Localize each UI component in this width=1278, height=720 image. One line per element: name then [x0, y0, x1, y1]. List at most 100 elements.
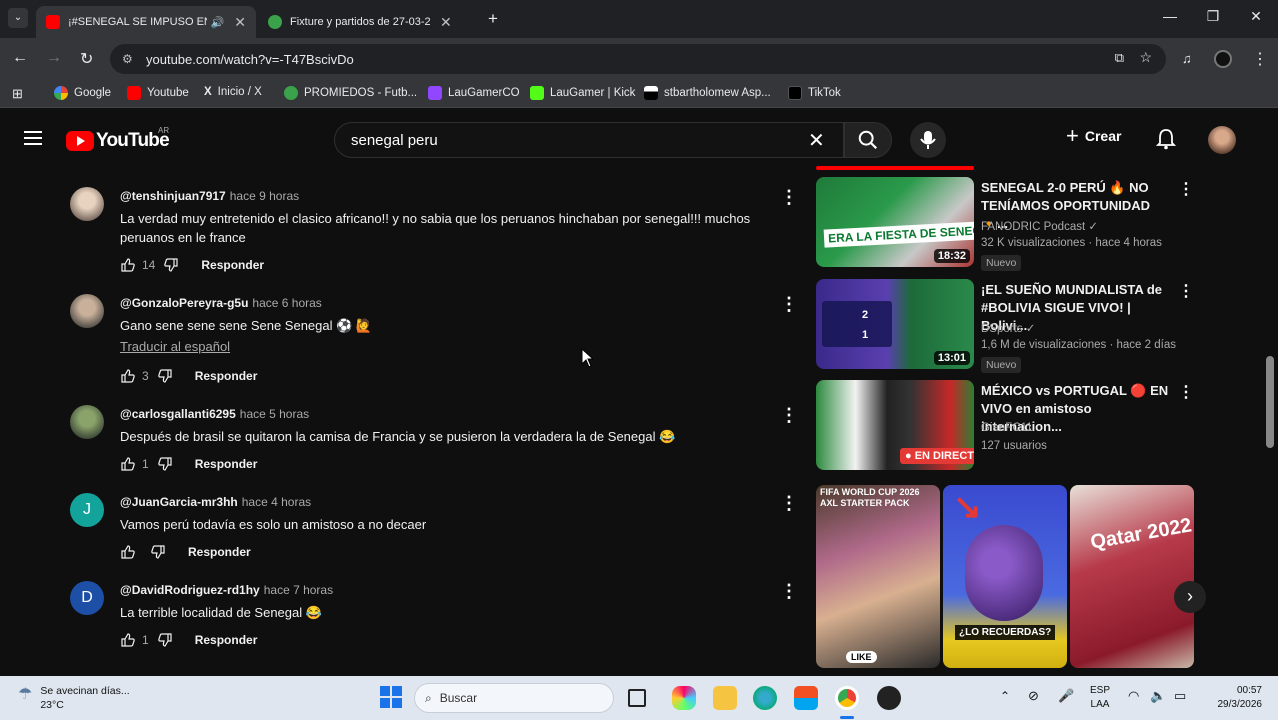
recommended-video[interactable]: ● EN DIRECTO MÉXICO vs PORTUGAL 🔴 EN VIV… [816, 380, 1196, 472]
like-icon[interactable] [120, 456, 136, 472]
channel-name[interactable]: DSports ✓ [981, 321, 1035, 335]
dislike-icon[interactable] [150, 544, 166, 560]
bookmark-tiktok[interactable]: TikTok [788, 86, 841, 100]
install-icon[interactable]: ⧉ [1115, 50, 1124, 66]
channel-name[interactable]: FANODRIC Podcast ✓ [981, 219, 1098, 233]
network-off-icon[interactable]: ⊘ [1028, 688, 1039, 704]
video-menu-icon[interactable]: ⋮ [1178, 179, 1194, 199]
recommended-video[interactable]: 21 13:01 ¡EL SUEÑO MUNDIALISTA de #BOLIV… [816, 279, 1196, 373]
battery-icon[interactable]: ▭ [1174, 688, 1186, 704]
page-scrollbar[interactable] [1266, 356, 1274, 448]
comment-menu-icon[interactable]: ⋮ [780, 405, 798, 426]
task-view-icon[interactable] [628, 689, 646, 707]
create-button[interactable]: + Crear [1066, 125, 1121, 147]
dislike-icon[interactable] [157, 368, 173, 384]
reply-button[interactable]: Responder [195, 633, 258, 647]
copilot-icon[interactable] [672, 686, 696, 710]
file-explorer-icon[interactable] [713, 686, 737, 710]
bookmark-kick[interactable]: LauGamer | Kick [530, 86, 635, 100]
tab-active[interactable]: ¡#SENEGAL SE IMPUSO EN 🔊 ✕ [36, 6, 256, 38]
url-bar[interactable]: ⚙ youtube.com/watch?v=-T47BscivDo ⧉ ☆ [110, 44, 1166, 74]
shorts-next-button[interactable]: › [1174, 581, 1206, 613]
like-icon[interactable] [120, 544, 136, 560]
like-icon[interactable] [120, 257, 136, 273]
site-info-icon[interactable]: ⚙ [122, 52, 133, 66]
avatar[interactable] [70, 187, 104, 221]
comment-author[interactable]: @JuanGarcia-mr3hh [120, 495, 238, 509]
chrome-icon[interactable] [835, 686, 859, 710]
volume-icon[interactable]: 🔈 [1150, 688, 1166, 704]
close-tab-icon[interactable]: ✕ [440, 14, 452, 31]
bookmark-star-icon[interactable]: ☆ [1139, 49, 1152, 66]
app-icon[interactable] [877, 686, 901, 710]
clear-search-icon[interactable]: ✕ [808, 128, 825, 153]
forward-icon[interactable]: → [46, 49, 62, 67]
comment-menu-icon[interactable]: ⋮ [780, 581, 798, 602]
profile-icon[interactable] [1214, 50, 1232, 68]
reply-button[interactable]: Responder [201, 258, 264, 272]
mic-icon[interactable]: 🎤 [1058, 688, 1074, 704]
comment-time[interactable]: hace 9 horas [230, 189, 299, 203]
youtube-logo[interactable]: YouTube AR [66, 126, 170, 152]
channel-name[interactable]: GianFC11 [981, 422, 1033, 434]
comment-time[interactable]: hace 5 horas [240, 407, 309, 421]
tray-overflow-icon[interactable]: ⌃ [1000, 689, 1010, 703]
reply-button[interactable]: Responder [195, 369, 258, 383]
dislike-icon[interactable] [157, 456, 173, 472]
dislike-icon[interactable] [163, 257, 179, 273]
short-video[interactable]: ↘ ¿LO RECUERDAS? [943, 485, 1067, 668]
tab-fixture[interactable]: Fixture y partidos de 27-03-202 ✕ [258, 6, 478, 38]
back-icon[interactable]: ← [12, 49, 28, 67]
dislike-icon[interactable] [157, 632, 173, 648]
language-indicator[interactable]: ESP LAA [1090, 684, 1110, 712]
avatar[interactable]: J [70, 493, 104, 527]
close-tab-icon[interactable]: ✕ [234, 14, 246, 31]
short-video[interactable]: FIFA WORLD CUP 2026 AXL STARTER PACK LIK… [816, 485, 940, 668]
comment-menu-icon[interactable]: ⋮ [780, 294, 798, 315]
comment-time[interactable]: hace 6 horas [252, 296, 321, 310]
bookmark-stbartholomew[interactable]: stbartholomew Asp... [644, 86, 771, 100]
bookmark-promiedos[interactable]: PROMIEDOS - Futb... [284, 86, 417, 100]
reply-button[interactable]: Responder [195, 457, 258, 471]
store-icon[interactable] [794, 686, 818, 710]
weather-widget[interactable]: ☂ Se avecinan días... 23°C [18, 684, 130, 712]
taskbar-search[interactable]: ⌕ Buscar [414, 683, 614, 713]
video-thumbnail[interactable]: 21 13:01 [816, 279, 974, 369]
search-input[interactable]: senegal peru [334, 122, 844, 158]
edge-icon[interactable] [753, 686, 777, 710]
reload-icon[interactable]: ↻ [80, 49, 93, 69]
video-menu-icon[interactable]: ⋮ [1178, 382, 1194, 402]
chrome-menu-icon[interactable]: ⋮ [1252, 49, 1268, 69]
bookmark-youtube[interactable]: Youtube [127, 86, 189, 100]
like-icon[interactable] [120, 632, 136, 648]
video-thumbnail[interactable]: ERA LA FIESTA DE SENEGAL 18:32 [816, 177, 974, 267]
bookmark-twitch[interactable]: LauGamerCO [428, 86, 520, 100]
comment-author[interactable]: @carlosgallanti6295 [120, 407, 236, 421]
start-button[interactable] [380, 686, 402, 708]
comment-menu-icon[interactable]: ⋮ [780, 493, 798, 514]
tab-search-button[interactable]: ⌄ [8, 8, 28, 28]
new-tab-icon[interactable]: + [488, 9, 498, 29]
comment-time[interactable]: hace 4 horas [242, 495, 311, 509]
search-button[interactable] [844, 122, 892, 158]
recommended-video[interactable]: ERA LA FIESTA DE SENEGAL 18:32 SENEGAL 2… [816, 177, 1196, 271]
clock[interactable]: 00:57 29/3/2026 [1206, 684, 1263, 712]
bookmark-x[interactable]: X Inicio / X [204, 86, 262, 98]
account-avatar[interactable] [1208, 126, 1236, 154]
comment-author[interactable]: @DavidRodriguez-rd1hy [120, 583, 260, 597]
media-icon[interactable]: ♫ [1182, 51, 1192, 66]
close-window-icon[interactable]: ✕ [1246, 8, 1266, 25]
comment-author[interactable]: @GonzaloPereyra-g5u [120, 296, 248, 310]
restore-icon[interactable]: ❐ [1203, 8, 1223, 25]
short-video[interactable]: Qatar 2022 [1070, 485, 1194, 668]
video-thumbnail[interactable]: ● EN DIRECTO [816, 380, 974, 470]
comment-time[interactable]: hace 7 horas [264, 583, 333, 597]
minimize-icon[interactable]: — [1160, 8, 1180, 24]
notifications-bell-icon[interactable] [1156, 128, 1176, 150]
avatar[interactable] [70, 405, 104, 439]
like-icon[interactable] [120, 368, 136, 384]
avatar[interactable] [70, 294, 104, 328]
reply-button[interactable]: Responder [188, 545, 251, 559]
apps-grid-icon[interactable]: ⊞ [12, 86, 23, 102]
comment-menu-icon[interactable]: ⋮ [780, 187, 798, 208]
